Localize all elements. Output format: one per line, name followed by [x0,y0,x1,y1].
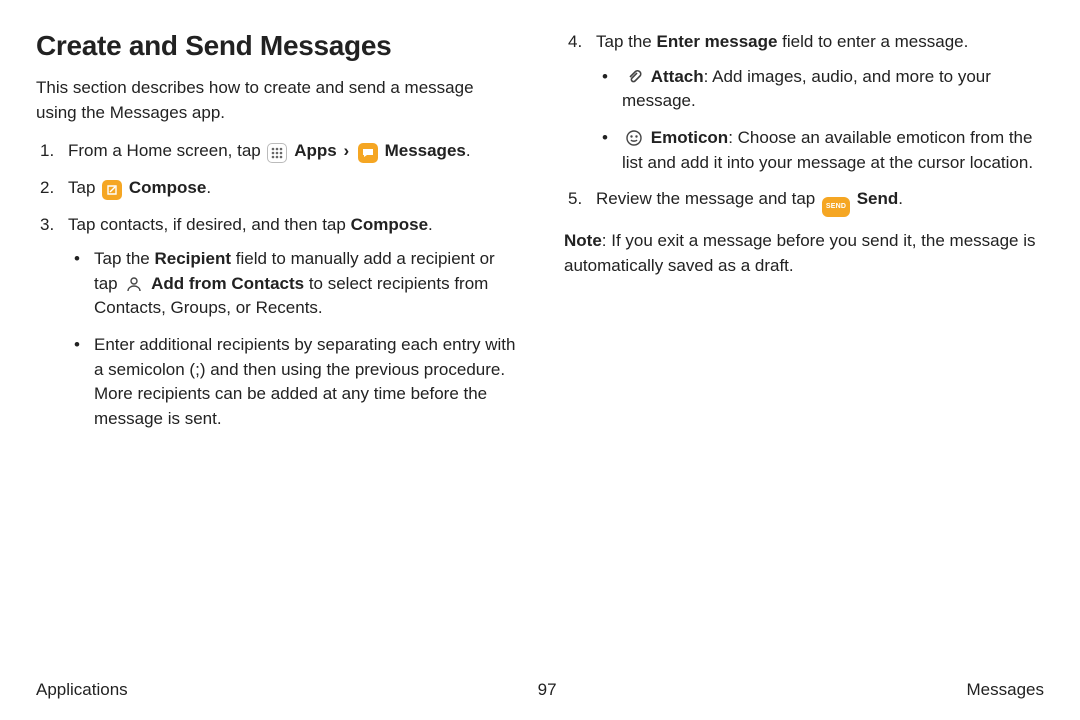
step-5-text-b: . [898,189,903,208]
recipient-label: Recipient [155,249,232,268]
footer-page-number: 97 [538,680,557,700]
step-5-text-a: Review the message and tap [596,189,820,208]
step-4-text-b: field to enter a message. [777,32,968,51]
compose-label: Compose [129,178,206,197]
step-3-bullet-1: Tap the Recipient field to manually add … [68,247,516,321]
note-text: : If you exit a message before you send … [564,231,1036,275]
send-label: Send [857,189,899,208]
compose-label-2: Compose [351,215,428,234]
step-3: Tap contacts, if desired, and then tap C… [36,213,516,432]
emoticon-icon [624,128,644,148]
step-2-text-a: Tap [68,178,100,197]
compose-icon [102,180,122,200]
step-4-text-a: Tap the [596,32,657,51]
send-icon: SEND [822,197,850,217]
add-from-contacts-label: Add from Contacts [151,274,304,293]
step-1-text-a: From a Home screen, tap [68,141,265,160]
apps-label: Apps [294,141,337,160]
step-3-bullet-2: Enter additional recipients by separatin… [68,333,516,432]
messages-label: Messages [385,141,466,160]
step-5: Review the message and tap SEND Send. [564,187,1044,217]
note-label: Note [564,231,602,250]
step-3-bullets: Tap the Recipient field to manually add … [68,247,516,431]
step-2-text-b: . [206,178,211,197]
two-column-layout: Create and Send Messages This section de… [36,30,1044,444]
step-4: Tap the Enter message field to enter a m… [564,30,1044,175]
attach-icon [624,67,644,87]
footer-left: Applications [36,680,128,700]
right-column: Tap the Enter message field to enter a m… [564,30,1044,444]
page-title: Create and Send Messages [36,30,516,62]
step-1-text-b: . [466,141,471,160]
step-4-bullet-1: Attach: Add images, audio, and more to y… [596,65,1044,114]
intro-text: This section describes how to create and… [36,76,516,125]
step-4-bullet-2: Emoticon: Choose an available emoticon f… [596,126,1044,175]
attach-label: Attach [651,67,704,86]
page-footer: Applications 97 Messages [36,680,1044,700]
enter-message-label: Enter message [657,32,778,51]
left-column: Create and Send Messages This section de… [36,30,516,444]
chevron-icon: › [341,141,351,160]
steps-list-left: From a Home screen, tap Apps › Messages.… [36,139,516,431]
apps-icon [267,143,287,163]
step-2: Tap Compose. [36,176,516,201]
step-4-bullets: Attach: Add images, audio, and more to y… [596,65,1044,176]
messages-icon [358,143,378,163]
step-1: From a Home screen, tap Apps › Messages. [36,139,516,164]
footer-right: Messages [967,680,1044,700]
step-3-text-b: . [428,215,433,234]
steps-list-right: Tap the Enter message field to enter a m… [564,30,1044,217]
contact-icon [124,274,144,294]
step-3-bullet-1-a: Tap the [94,249,155,268]
note-paragraph: Note: If you exit a message before you s… [564,229,1044,278]
document-page: Create and Send Messages This section de… [0,0,1080,720]
emoticon-label: Emoticon [651,128,728,147]
step-3-text-a: Tap contacts, if desired, and then tap [68,215,351,234]
